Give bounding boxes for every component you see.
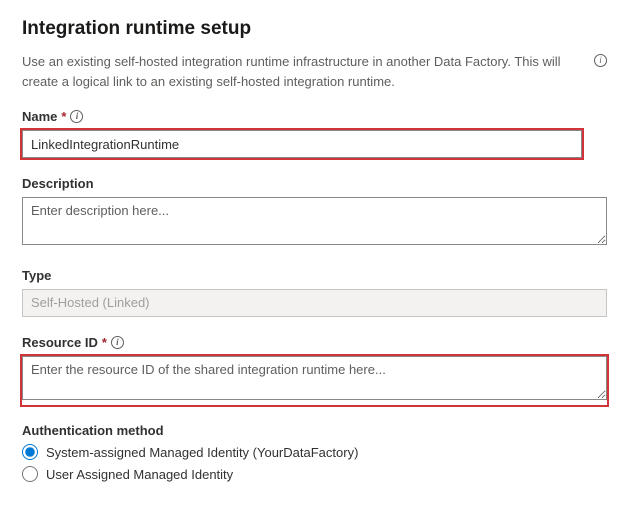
field-resource-id: Resource ID * i bbox=[22, 335, 607, 405]
info-icon[interactable]: i bbox=[70, 110, 83, 123]
info-icon[interactable]: i bbox=[111, 336, 124, 349]
auth-radio-system[interactable] bbox=[22, 444, 38, 460]
type-value: Self-Hosted (Linked) bbox=[22, 289, 607, 317]
field-name: Name * i bbox=[22, 109, 607, 158]
field-auth-method: Authentication method System-assigned Ma… bbox=[22, 423, 607, 482]
auth-option-system[interactable]: System-assigned Managed Identity (YourDa… bbox=[22, 444, 607, 460]
field-type: Type Self-Hosted (Linked) bbox=[22, 268, 607, 317]
info-icon[interactable]: i bbox=[594, 54, 607, 67]
name-label: Name bbox=[22, 109, 57, 124]
resource-id-input[interactable] bbox=[22, 356, 607, 400]
resource-id-label: Resource ID bbox=[22, 335, 98, 350]
name-input[interactable] bbox=[22, 130, 582, 158]
auth-option-user[interactable]: User Assigned Managed Identity bbox=[22, 466, 607, 482]
page-subtitle: Use an existing self-hosted integration … bbox=[22, 52, 586, 91]
auth-label: Authentication method bbox=[22, 423, 164, 438]
page-title: Integration runtime setup bbox=[22, 18, 607, 40]
description-label: Description bbox=[22, 176, 94, 191]
auth-radio-user[interactable] bbox=[22, 466, 38, 482]
auth-option-system-label: System-assigned Managed Identity (YourDa… bbox=[46, 445, 358, 460]
auth-option-user-label: User Assigned Managed Identity bbox=[46, 467, 233, 482]
required-mark: * bbox=[102, 335, 107, 350]
field-description: Description bbox=[22, 176, 607, 250]
description-input[interactable] bbox=[22, 197, 607, 245]
type-label: Type bbox=[22, 268, 51, 283]
required-mark: * bbox=[61, 109, 66, 124]
